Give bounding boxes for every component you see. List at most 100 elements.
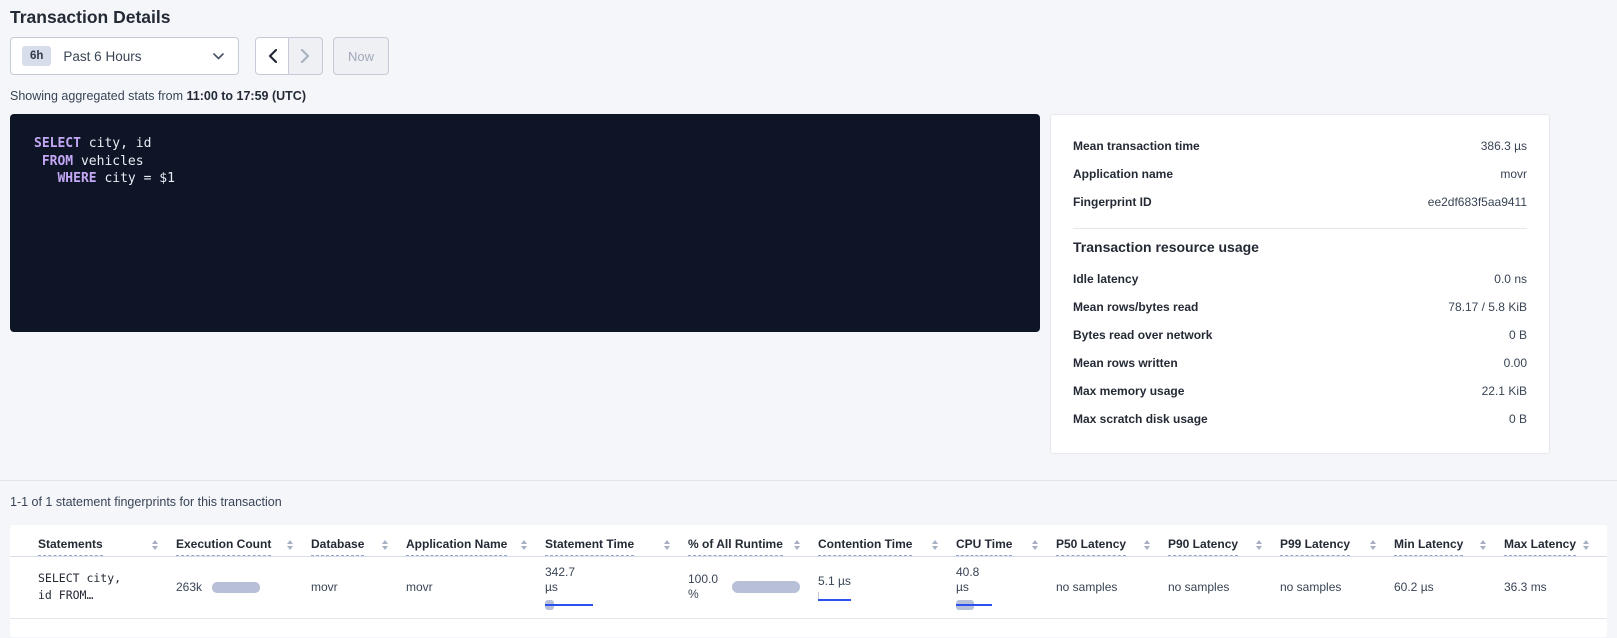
runtime-bar — [732, 581, 800, 593]
resource-value: 0 B — [1509, 412, 1527, 426]
resource-row-mean-rows-bytes-read: Mean rows/bytes read 78.17 / 5.8 KiB — [1073, 293, 1527, 321]
column-header-cpu-time: CPU Time — [956, 525, 1056, 556]
cpu-time-value: 40.8 — [956, 565, 1038, 580]
chevron-right-icon — [301, 49, 310, 63]
table-row: SELECT city,id FROM… 263k movr movr 342.… — [10, 556, 1607, 618]
column-header-min-latency: Min Latency — [1394, 525, 1504, 556]
previous-interval-button[interactable] — [255, 37, 289, 75]
stats-caption-prefix: Showing aggregated stats from — [10, 89, 187, 103]
cell-application-name: movr — [406, 556, 545, 618]
column-header-statements: Statements — [10, 525, 176, 556]
sort-icon[interactable] — [1480, 540, 1486, 550]
sort-icon[interactable] — [664, 540, 670, 550]
contention-time-value: 5.1 µs — [818, 574, 938, 588]
aggregated-stats-caption: Showing aggregated stats from 11:00 to 1… — [10, 89, 1607, 103]
resource-label: Bytes read over network — [1073, 328, 1212, 342]
summary-value: ee2df683f5aa9411 — [1428, 195, 1527, 209]
column-header-database: Database — [311, 525, 406, 556]
cpu-time-unit: µs — [956, 580, 1038, 595]
column-header-runtime-pct: % of All Runtime — [688, 525, 818, 556]
contention-time-bar — [818, 592, 852, 601]
statement-time-value: 342.7 — [545, 565, 670, 580]
column-header-application-name: Application Name — [406, 525, 545, 556]
execution-count-value: 263k — [176, 580, 202, 594]
execution-count-bar — [212, 582, 260, 593]
resource-label: Mean rows/bytes read — [1073, 300, 1198, 314]
column-header-execution-count: Execution Count — [176, 525, 311, 556]
sql-line-1: SELECT city, id — [34, 135, 1016, 153]
section-divider — [0, 480, 1617, 481]
resource-row-mean-rows-written: Mean rows written 0.00 — [1073, 349, 1527, 377]
time-range-label: Past 6 Hours — [63, 49, 141, 64]
sort-icon[interactable] — [1370, 540, 1376, 550]
now-button[interactable]: Now — [333, 37, 389, 75]
statement-time-unit: µs — [545, 580, 670, 595]
summary-value: 386.3 µs — [1481, 139, 1527, 153]
resource-row-max-scratch-disk-usage: Max scratch disk usage 0 B — [1073, 405, 1527, 433]
runtime-value: 100.0 — [688, 572, 718, 587]
sort-icon[interactable] — [521, 540, 527, 550]
summary-row-fingerprint-id: Fingerprint ID ee2df683f5aa9411 — [1073, 188, 1527, 216]
transaction-summary-panel: Mean transaction time 386.3 µs Applicati… — [1050, 114, 1550, 454]
column-header-statement-time: Statement Time — [545, 525, 688, 556]
statement-time-bar — [545, 600, 593, 610]
time-controls: 6h Past 6 Hours Now — [10, 37, 1607, 75]
sort-icon[interactable] — [794, 540, 800, 550]
cell-p90-latency: no samples — [1168, 556, 1280, 618]
sort-icon[interactable] — [287, 540, 293, 550]
cell-p99-latency: no samples — [1280, 556, 1394, 618]
time-range-dropdown[interactable]: 6h Past 6 Hours — [10, 37, 239, 75]
resource-row-idle-latency: Idle latency 0.0 ns — [1073, 265, 1527, 293]
resource-value: 0 B — [1509, 328, 1527, 342]
resource-label: Idle latency — [1073, 272, 1138, 286]
resource-value: 78.17 / 5.8 KiB — [1448, 300, 1527, 314]
sort-icon[interactable] — [1583, 540, 1589, 550]
resource-label: Max memory usage — [1073, 384, 1184, 398]
cell-database: movr — [311, 556, 406, 618]
sort-icon[interactable] — [1032, 540, 1038, 550]
cell-p50-latency: no samples — [1056, 556, 1168, 618]
stats-caption-range: 11:00 to 17:59 (UTC) — [187, 89, 306, 103]
column-header-contention-time: Contention Time — [818, 525, 956, 556]
sort-icon[interactable] — [932, 540, 938, 550]
resource-label: Max scratch disk usage — [1073, 412, 1208, 426]
next-interval-button[interactable] — [289, 37, 323, 75]
cell-contention-time: 5.1 µs — [818, 556, 956, 618]
summary-label: Fingerprint ID — [1073, 195, 1152, 209]
sort-icon[interactable] — [152, 540, 158, 550]
sort-icon[interactable] — [1144, 540, 1150, 550]
sort-icon[interactable] — [1256, 540, 1262, 550]
sql-line-2: FROM vehicles — [34, 153, 1016, 171]
resource-value: 0.00 — [1504, 356, 1527, 370]
chevron-left-icon — [268, 49, 277, 63]
cell-min-latency: 60.2 µs — [1394, 556, 1504, 618]
summary-divider — [1073, 228, 1527, 229]
time-range-badge: 6h — [22, 46, 51, 66]
column-header-max-latency: Max Latency — [1504, 525, 1607, 556]
resource-row-max-memory-usage: Max memory usage 22.1 KiB — [1073, 377, 1527, 405]
cell-runtime-pct: 100.0% — [688, 556, 818, 618]
summary-row-mean-transaction-time: Mean transaction time 386.3 µs — [1073, 132, 1527, 160]
cell-execution-count: 263k — [176, 556, 311, 618]
statement-fingerprint-link[interactable]: SELECT city,id FROM… — [38, 570, 158, 604]
resource-value: 22.1 KiB — [1482, 384, 1527, 398]
column-header-p90-latency: P90 Latency — [1168, 525, 1280, 556]
time-nav-group — [255, 37, 323, 75]
summary-label: Application name — [1073, 167, 1173, 181]
runtime-unit: % — [688, 587, 718, 602]
cell-statement-time: 342.7µs — [545, 556, 688, 618]
summary-label: Mean transaction time — [1073, 139, 1200, 153]
table-header-row: Statements Execution Count Database Appl… — [10, 525, 1607, 556]
sort-icon[interactable] — [382, 540, 388, 550]
cell-cpu-time: 40.8µs — [956, 556, 1056, 618]
sql-line-3: WHERE city = $1 — [34, 170, 1016, 188]
page-title: Transaction Details — [10, 6, 1617, 28]
column-header-p50-latency: P50 Latency — [1056, 525, 1168, 556]
statements-table-card: Statements Execution Count Database Appl… — [10, 525, 1607, 637]
resource-label: Mean rows written — [1073, 356, 1178, 370]
cell-max-latency: 36.3 ms — [1504, 556, 1607, 618]
summary-value: movr — [1500, 167, 1527, 181]
chevron-down-icon — [213, 53, 224, 60]
resource-row-bytes-read-over-network: Bytes read over network 0 B — [1073, 321, 1527, 349]
sql-fingerprint-card: SELECT city, id FROM vehicles WHERE city… — [10, 114, 1040, 332]
